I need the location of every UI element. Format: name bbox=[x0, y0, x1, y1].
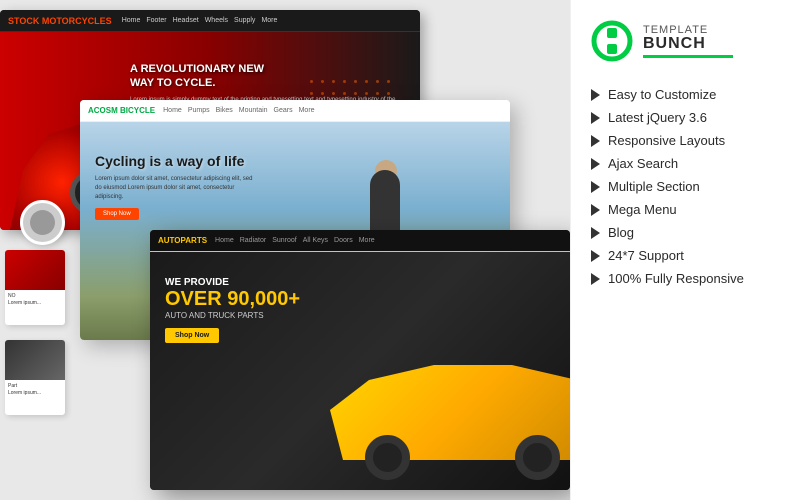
screen1-nav: Home Footer Headset Wheels Supply More bbox=[122, 17, 278, 24]
feature-item-customize: Easy to Customize bbox=[591, 87, 785, 102]
feature-arrow-responsive bbox=[591, 135, 600, 147]
screen2-text-block: Cycling is a way of life Lorem ipsum dol… bbox=[95, 152, 255, 220]
screen2-description: Lorem ipsum dolor sit amet, consectetur … bbox=[95, 175, 255, 202]
product-card-1: NO Lorem ipsum... bbox=[5, 250, 65, 325]
feature-arrow-fully bbox=[591, 273, 600, 285]
screen2-logo: ACOSM BICYCLE bbox=[88, 106, 155, 115]
feature-label-jquery: Latest jQuery 3.6 bbox=[608, 110, 707, 125]
feature-label-mega: Mega Menu bbox=[608, 202, 677, 217]
feature-arrow-ajax bbox=[591, 158, 600, 170]
car-shape bbox=[310, 320, 570, 490]
screen3-nav: Home Radiator Sunroof All Keys Doors Mor… bbox=[215, 237, 375, 244]
feature-item-support: 24*7 Support bbox=[591, 248, 785, 263]
screen1-logo: STOCK MOTORCYCLES bbox=[8, 16, 112, 26]
feature-item-responsive: Responsive Layouts bbox=[591, 133, 785, 148]
car-wheel-left bbox=[515, 435, 560, 480]
feature-item-mega: Mega Menu bbox=[591, 202, 785, 217]
feature-item-fully: 100% Fully Responsive bbox=[591, 271, 785, 286]
feature-label-blog: Blog bbox=[608, 225, 634, 240]
screen3-tagline: AUTO AND TRUCK PARTS bbox=[165, 311, 300, 320]
screen2-cta[interactable]: Shop Now bbox=[95, 208, 139, 220]
product-image-2 bbox=[5, 340, 65, 380]
feature-arrow-support bbox=[591, 250, 600, 262]
product-card-2: Part Lorem ipsum... bbox=[5, 340, 65, 415]
screen3-body: WE PROVIDE OVER 90,000+ AUTO AND TRUCK P… bbox=[150, 252, 570, 490]
feature-arrow-customize bbox=[591, 89, 600, 101]
feature-label-support: 24*7 Support bbox=[608, 248, 684, 263]
features-panel: template BUNch Easy to Customize Latest j… bbox=[570, 0, 800, 500]
feature-arrow-mega bbox=[591, 204, 600, 216]
avatar bbox=[20, 200, 65, 245]
product-image-1 bbox=[5, 250, 65, 290]
screen2-headline: Cycling is a way of life bbox=[95, 152, 255, 170]
feature-item-multiple: Multiple Section bbox=[591, 179, 785, 194]
product-info-1: NO Lorem ipsum... bbox=[5, 290, 65, 309]
screen3-text-block: WE PROVIDE OVER 90,000+ AUTO AND TRUCK P… bbox=[165, 277, 300, 343]
feature-item-ajax: Ajax Search bbox=[591, 156, 785, 171]
feature-arrow-jquery bbox=[591, 112, 600, 124]
feature-label-multiple: Multiple Section bbox=[608, 179, 700, 194]
screen2-nav: Home Pumps Bikes Mountain Gears More bbox=[163, 107, 314, 114]
logo-bunch-word: BUNch bbox=[643, 36, 733, 52]
product-info-2: Part Lorem ipsum... bbox=[5, 380, 65, 399]
screen3-cta[interactable]: Shop Now bbox=[165, 328, 219, 343]
feature-label-responsive: Responsive Layouts bbox=[608, 133, 725, 148]
logo-text: template BUNch bbox=[643, 24, 733, 58]
feature-item-blog: Blog bbox=[591, 225, 785, 240]
avatar-icon bbox=[30, 210, 55, 235]
templatebunch-logo-icon bbox=[591, 20, 633, 62]
feature-list: Easy to Customize Latest jQuery 3.6 Respon… bbox=[591, 87, 785, 286]
logo-underline bbox=[643, 55, 733, 58]
screen3-subheading: WE PROVIDE bbox=[165, 277, 300, 288]
cyclist-body bbox=[370, 170, 400, 230]
screen3-logo: AUTOPARTS bbox=[158, 236, 207, 245]
car-wheel-right bbox=[365, 435, 410, 480]
preview-panel: // Dots rendered by CSS grid in template… bbox=[0, 0, 570, 500]
feature-label-fully: 100% Fully Responsive bbox=[608, 271, 744, 286]
car-screenshot: AUTOPARTS Home Radiator Sunroof All Keys… bbox=[150, 230, 570, 490]
screen2-header: ACOSM BICYCLE Home Pumps Bikes Mountain … bbox=[80, 100, 510, 122]
feature-arrow-blog bbox=[591, 227, 600, 239]
feature-label-customize: Easy to Customize bbox=[608, 87, 716, 102]
screen3-headline: OVER 90,000+ bbox=[165, 288, 300, 311]
logo-area: template BUNch bbox=[591, 20, 785, 62]
feature-item-jquery: Latest jQuery 3.6 bbox=[591, 110, 785, 125]
feature-arrow-multiple bbox=[591, 181, 600, 193]
feature-label-ajax: Ajax Search bbox=[608, 156, 678, 171]
screen3-header: AUTOPARTS Home Radiator Sunroof All Keys… bbox=[150, 230, 570, 252]
screen1-header: STOCK MOTORCYCLES Home Footer Headset Wh… bbox=[0, 10, 420, 32]
